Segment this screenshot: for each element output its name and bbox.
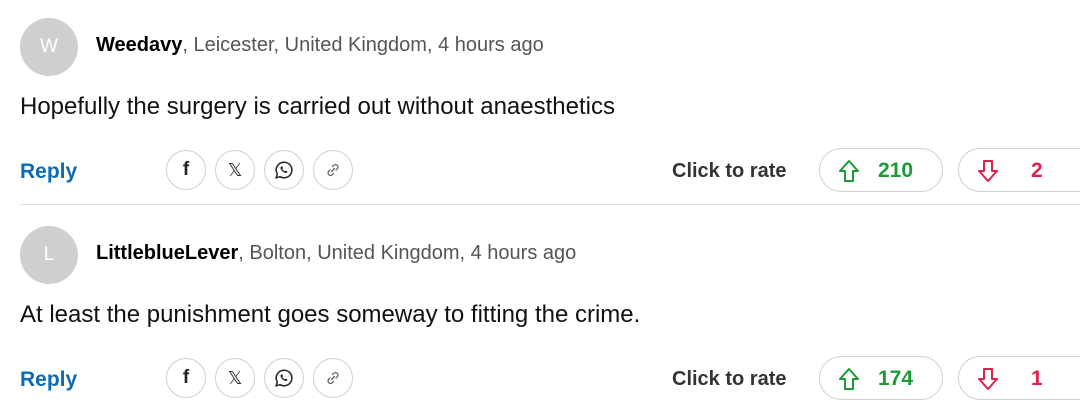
upvote-count: 174 xyxy=(878,367,914,390)
comments-list: W Weedavy, Leicester, United Kingdom, 4 … xyxy=(0,0,1080,405)
reply-button[interactable]: Reply xyxy=(20,160,77,184)
arrow-down-icon xyxy=(978,368,998,390)
comment-text: Hopefully the surgery is carried out wit… xyxy=(20,93,615,120)
x-share-button[interactable]: 𝕏 xyxy=(215,358,255,398)
avatar[interactable]: L xyxy=(20,226,78,284)
whatsapp-icon xyxy=(275,369,293,387)
comment-meta: LittleblueLever, Bolton, United Kingdom,… xyxy=(96,242,576,265)
comment-location-time: , Bolton, United Kingdom, 4 hours ago xyxy=(238,242,577,264)
comment-text: At least the punishment goes someway to … xyxy=(20,301,641,328)
comment-actions: Reply f 𝕏 Click to rate xyxy=(0,356,1080,402)
whatsapp-share-button[interactable] xyxy=(264,150,304,190)
upvote-button[interactable]: 210 xyxy=(819,148,943,192)
x-icon: 𝕏 xyxy=(227,159,243,181)
arrow-up-icon xyxy=(839,368,859,390)
username[interactable]: Weedavy xyxy=(96,34,182,56)
comment-meta: Weedavy, Leicester, United Kingdom, 4 ho… xyxy=(96,34,544,57)
arrow-up-icon xyxy=(839,160,859,182)
x-share-button[interactable]: 𝕏 xyxy=(215,150,255,190)
comment-location-time: , Leicester, United Kingdom, 4 hours ago xyxy=(182,34,544,56)
username[interactable]: LittleblueLever xyxy=(96,242,238,264)
upvote-button[interactable]: 174 xyxy=(819,356,943,400)
whatsapp-icon xyxy=(275,161,293,179)
downvote-button[interactable]: 1 xyxy=(958,356,1080,400)
upvote-count: 210 xyxy=(878,159,914,182)
avatar[interactable]: W xyxy=(20,18,78,76)
facebook-icon: f xyxy=(182,159,190,180)
x-icon: 𝕏 xyxy=(227,367,243,389)
downvote-count: 2 xyxy=(1031,159,1043,182)
link-icon xyxy=(327,371,339,385)
copy-link-button[interactable] xyxy=(313,358,353,398)
link-icon xyxy=(327,163,339,177)
comment-divider xyxy=(20,204,1080,205)
downvote-count: 1 xyxy=(1031,367,1043,390)
downvote-button[interactable]: 2 xyxy=(958,148,1080,192)
facebook-icon: f xyxy=(182,367,190,388)
facebook-share-button[interactable]: f xyxy=(166,150,206,190)
arrow-down-icon xyxy=(978,160,998,182)
click-to-rate-label: Click to rate xyxy=(672,160,787,182)
reply-button[interactable]: Reply xyxy=(20,368,77,392)
click-to-rate-label: Click to rate xyxy=(672,368,787,390)
copy-link-button[interactable] xyxy=(313,150,353,190)
whatsapp-share-button[interactable] xyxy=(264,358,304,398)
comment-actions: Reply f 𝕏 Click to rate xyxy=(0,148,1080,194)
facebook-share-button[interactable]: f xyxy=(166,358,206,398)
